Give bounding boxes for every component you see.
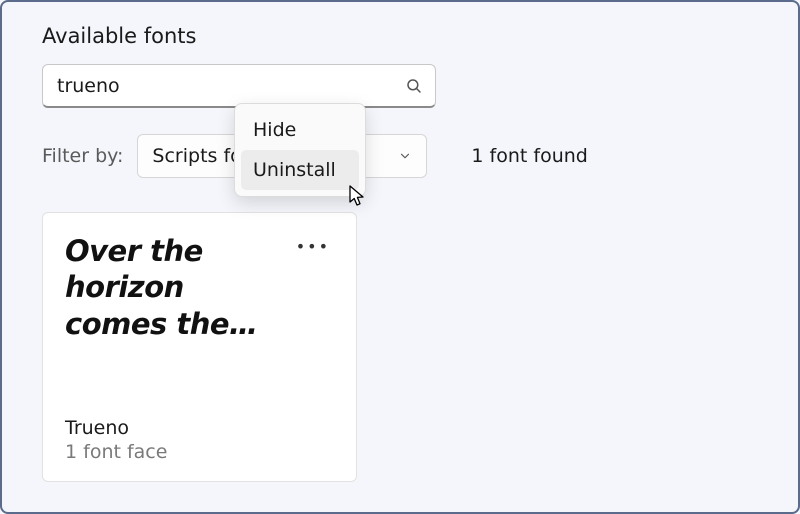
menu-item-uninstall[interactable]: Uninstall bbox=[241, 150, 359, 190]
font-card[interactable]: Over the horizon comes the… ••• Trueno 1… bbox=[42, 212, 357, 482]
font-name: Trueno bbox=[65, 417, 334, 439]
filter-row: Filter by: Scripts for 1 font found bbox=[42, 134, 758, 178]
section-title: Available fonts bbox=[42, 24, 758, 48]
chevron-down-icon bbox=[398, 149, 412, 163]
font-preview: Over the horizon comes the… bbox=[65, 233, 292, 342]
search-box[interactable] bbox=[42, 64, 436, 108]
search-input[interactable] bbox=[55, 74, 405, 98]
filter-label: Filter by: bbox=[42, 145, 123, 167]
search-icon[interactable] bbox=[405, 77, 423, 95]
context-menu: Hide Uninstall bbox=[234, 103, 366, 197]
result-count: 1 font found bbox=[471, 145, 587, 167]
more-button[interactable]: ••• bbox=[292, 237, 334, 257]
font-face-count: 1 font face bbox=[65, 441, 334, 463]
menu-item-hide[interactable]: Hide bbox=[241, 110, 359, 150]
